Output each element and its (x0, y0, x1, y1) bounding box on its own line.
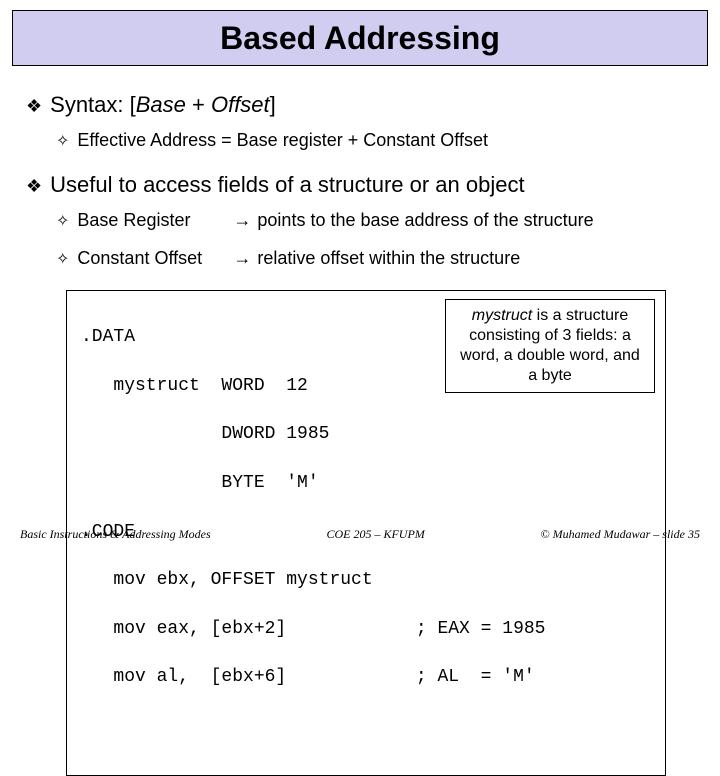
bullet-effective: ✧ Effective Address = Base register + Co… (56, 130, 694, 154)
offset-desc: relative offset within the structure (257, 248, 520, 269)
arrow-icon: → (233, 248, 251, 269)
code-line: BYTE 'M' (81, 471, 651, 495)
slide-title: Based Addressing (220, 20, 500, 57)
code-line: mov al, [ebx+6] ; AL = 'M' (81, 665, 651, 689)
bullet-useful: ❖ Useful to access fields of a structure… (26, 172, 694, 200)
syntax-prefix: Syntax: [ (50, 92, 136, 117)
diamond-icon: ❖ (26, 172, 42, 200)
info-keyword: mystruct (472, 307, 532, 324)
bullet-offset: ✧ Constant Offset → relative offset with… (56, 248, 694, 272)
slide-content: ❖ Syntax: [Base + Offset] ✧ Effective Ad… (0, 66, 720, 776)
syntax-suffix: ] (270, 92, 276, 117)
code-line: mov eax, [ebx+2] ; EAX = 1985 (81, 617, 651, 641)
info-box: mystruct is a structure consisting of 3 … (445, 299, 655, 393)
diamond-open-icon: ✧ (56, 210, 69, 234)
code-line: DWORD 1985 (81, 422, 651, 446)
syntax-offset: Offset (211, 92, 270, 117)
code-line: mov ebx, OFFSET mystruct (81, 568, 651, 592)
basereg-desc: points to the base address of the struct… (257, 210, 593, 231)
arrow-icon: → (233, 210, 251, 231)
useful-text: Useful to access fields of a structure o… (50, 172, 524, 198)
effective-text: Effective Address = Base register + Cons… (77, 130, 488, 151)
syntax-plus: + (186, 92, 211, 117)
offset-label: Constant Offset (77, 248, 227, 269)
bullet-basereg: ✧ Base Register → points to the base add… (56, 210, 694, 234)
syntax-base: Base (136, 92, 186, 117)
basereg-label: Base Register (77, 210, 227, 231)
diamond-open-icon: ✧ (56, 130, 69, 154)
syntax-text: Syntax: [Base + Offset] (50, 92, 276, 118)
diamond-icon: ❖ (26, 92, 42, 120)
diamond-open-icon: ✧ (56, 248, 69, 272)
title-bar: Based Addressing (12, 10, 708, 66)
bullet-syntax: ❖ Syntax: [Base + Offset] (26, 92, 694, 120)
